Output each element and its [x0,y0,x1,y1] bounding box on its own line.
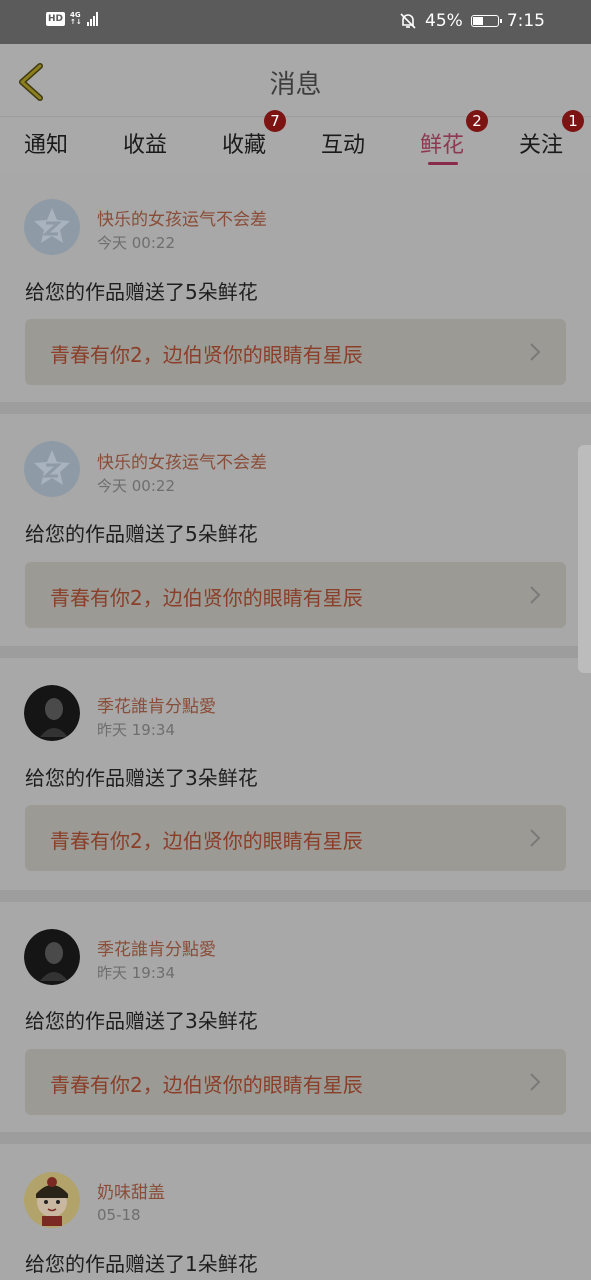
timestamp: 今天 00:22 [97,234,175,252]
work-link[interactable]: 青春有你2，边伯贤你的眼睛有星辰 [25,1049,566,1115]
follows-badge: 1 [562,110,584,132]
timestamp: 昨天 19:34 [97,721,175,739]
default-avatar-icon[interactable] [24,441,80,497]
message-text: 给您的作品赠送了3朵鲜花 [25,1009,258,1033]
timestamp: 今天 00:22 [97,477,175,495]
battery-icon [470,15,502,27]
message-text: 给您的作品赠送了1朵鲜花 [25,1252,258,1276]
tab-flowers[interactable]: 鲜花 [420,127,464,159]
battery-percent: 45% [425,11,463,31]
cartoon-avatar[interactable] [24,1172,80,1228]
chevron-right-icon [530,829,541,847]
username[interactable]: 快乐的女孩运气不会差 [97,448,267,473]
work-title: 青春有你2，边伯贤你的眼睛有星辰 [50,343,363,367]
tab-favorites[interactable]: 收藏 [222,127,266,159]
active-tab-indicator [428,162,458,165]
photo-avatar[interactable] [24,929,80,985]
divider [0,1132,591,1144]
message-text: 给您的作品赠送了3朵鲜花 [25,766,258,790]
divider [0,890,591,902]
chevron-right-icon [530,343,541,361]
work-link[interactable]: 青春有你2，边伯贤你的眼睛有星辰 [25,805,566,871]
status-bar: HD 4G ↑↓ 45% 7:15 [0,0,591,44]
chevron-right-icon [530,586,541,604]
username[interactable]: 快乐的女孩运气不会差 [97,205,267,230]
divider [0,646,591,658]
list-item: 快乐的女孩运气不会差 今天 00:22 给您的作品赠送了5朵鲜花 青春有你2，边… [0,414,591,646]
work-title: 青春有你2，边伯贤你的眼睛有星辰 [50,829,363,853]
flowers-badge: 2 [466,110,488,132]
scrollbar[interactable] [578,445,591,673]
username[interactable]: 季花誰肯分點愛 [97,935,216,960]
message-text: 给您的作品赠送了5朵鲜花 [25,522,258,546]
favorites-badge: 7 [264,110,286,132]
work-title: 青春有你2，边伯贤你的眼睛有星辰 [50,1073,363,1097]
mute-bell-icon [400,13,416,29]
header: 消息 [0,44,591,116]
list-item: 奶味甜盖 05-18 给您的作品赠送了1朵鲜花 [0,1144,591,1280]
timestamp: 昨天 19:34 [97,964,175,982]
message-text: 给您的作品赠送了5朵鲜花 [25,280,258,304]
username[interactable]: 奶味甜盖 [97,1178,165,1203]
default-avatar-icon[interactable] [24,199,80,255]
tab-earnings[interactable]: 收益 [123,127,167,159]
tab-follows[interactable]: 关注 [519,127,563,159]
username[interactable]: 季花誰肯分點愛 [97,692,216,717]
divider [0,402,591,414]
signal-icon [86,12,98,26]
list-item: 季花誰肯分點愛 昨天 19:34 给您的作品赠送了3朵鲜花 青春有你2，边伯贤你… [0,902,591,1132]
network-type: 4G ↑↓ [70,11,82,26]
work-link[interactable]: 青春有你2，边伯贤你的眼睛有星辰 [25,319,566,385]
tab-notifications[interactable]: 通知 [24,127,68,159]
chevron-right-icon [530,1073,541,1091]
page-title: 消息 [269,70,322,100]
list-item: 季花誰肯分點愛 昨天 19:34 给您的作品赠送了3朵鲜花 青春有你2，边伯贤你… [0,658,591,890]
hd-indicator: HD [46,12,66,26]
work-title: 青春有你2，边伯贤你的眼睛有星辰 [50,586,363,610]
clock: 7:15 [506,11,545,31]
tab-interactions[interactable]: 互动 [321,127,365,159]
list-item: 快乐的女孩运气不会差 今天 00:22 给您的作品赠送了5朵鲜花 青春有你2，边… [0,172,591,402]
work-link[interactable]: 青春有你2，边伯贤你的眼睛有星辰 [25,562,566,628]
tab-bar: 通知 收益 收藏 7 互动 鲜花 2 关注 1 [0,110,591,173]
timestamp: 05-18 [97,1206,141,1224]
photo-avatar[interactable] [24,685,80,741]
